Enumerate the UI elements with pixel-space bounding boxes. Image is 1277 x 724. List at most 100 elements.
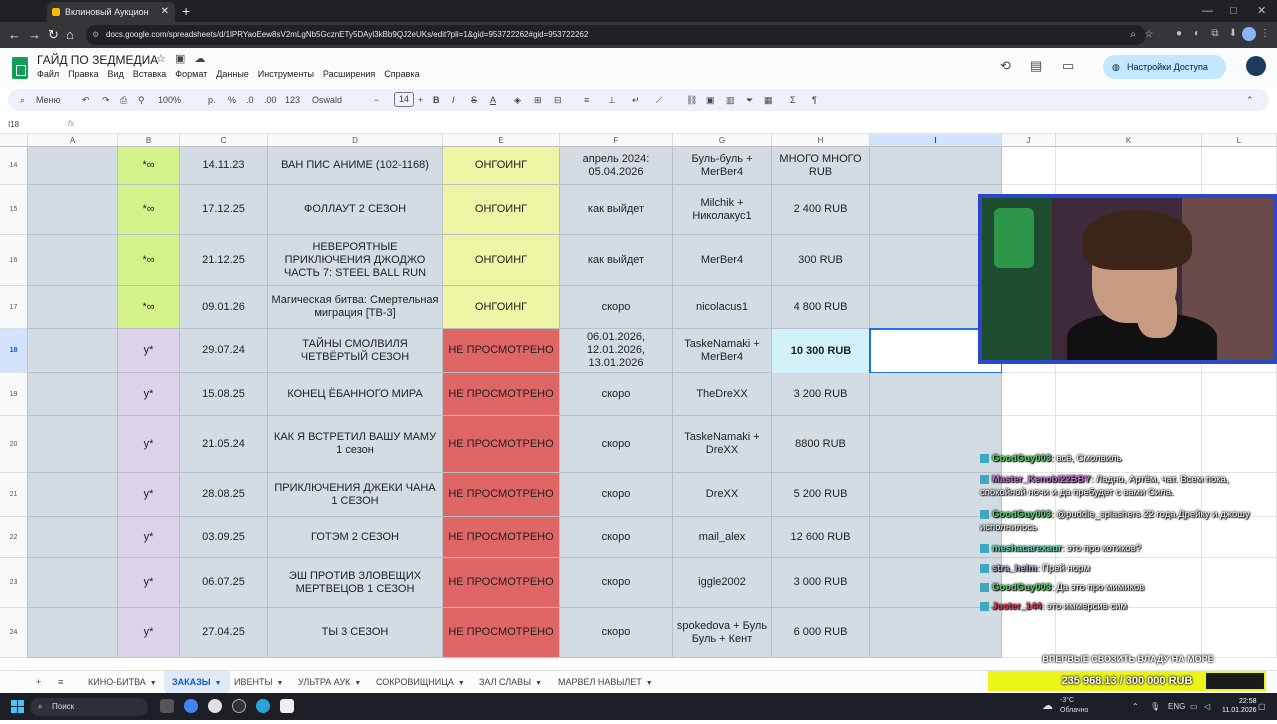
- cell-g15[interactable]: Milchik + Николакус1: [673, 185, 772, 235]
- menu-file[interactable]: Файл: [37, 69, 59, 79]
- merge-cells-icon[interactable]: ⊟: [554, 89, 562, 111]
- column-header-l[interactable]: L: [1202, 134, 1277, 147]
- cell-f15[interactable]: как выйдет: [560, 185, 673, 235]
- cell-e19[interactable]: НЕ ПРОСМОТРЕНО: [443, 373, 560, 416]
- cell-l19[interactable]: [1202, 373, 1277, 416]
- menu-extensions[interactable]: Расширения: [323, 69, 375, 79]
- undo-icon[interactable]: ↶: [82, 89, 90, 111]
- font-family-select[interactable]: Oswald: [312, 89, 342, 111]
- cell-d23[interactable]: ЭШ ПРОТИВ ЗЛОВЕЩИХ МЕРТВЕЦОВ 1 СЕЗОН: [268, 558, 443, 608]
- network-icon[interactable]: ▭: [1190, 693, 1198, 720]
- insert-link-icon[interactable]: ⛓: [686, 89, 697, 111]
- menu-format[interactable]: Формат: [175, 69, 207, 79]
- cell-f22[interactable]: скоро: [560, 517, 673, 558]
- doc-title[interactable]: ГАЙД ПО ЗЕДМЕДИА: [37, 53, 158, 67]
- add-sheet-icon[interactable]: +: [28, 671, 49, 694]
- cell-g14[interactable]: Буль-буль + MerBer4: [673, 147, 772, 185]
- cell-b19[interactable]: у*: [118, 373, 180, 416]
- comments-icon[interactable]: ▤: [1030, 58, 1042, 74]
- sheets-logo-icon[interactable]: [12, 57, 28, 79]
- browser-menu-icon[interactable]: ⋮: [1258, 27, 1272, 41]
- column-header-e[interactable]: E: [443, 134, 560, 147]
- all-sheets-icon[interactable]: ≡: [50, 671, 71, 694]
- cell-c23[interactable]: 06.07.25: [180, 558, 268, 608]
- cell-f19[interactable]: скоро: [560, 373, 673, 416]
- row-header[interactable]: 18: [0, 329, 28, 373]
- cell-a14[interactable]: [28, 147, 118, 185]
- row-header[interactable]: 17: [0, 286, 28, 329]
- microphone-icon[interactable]: 🎙: [1150, 693, 1160, 720]
- chevron-down-icon[interactable]: ▼: [535, 680, 542, 687]
- cell-b20[interactable]: у*: [118, 416, 180, 473]
- row-header[interactable]: 22: [0, 517, 28, 558]
- select-all-corner[interactable]: [0, 134, 28, 147]
- text-wrap-icon[interactable]: ↵: [632, 89, 640, 111]
- cell-f17[interactable]: скоро: [560, 286, 673, 329]
- column-header-c[interactable]: C: [180, 134, 268, 147]
- font-size-input[interactable]: 14: [394, 92, 414, 107]
- menu-insert[interactable]: Вставка: [133, 69, 166, 79]
- cell-c14[interactable]: 14.11.23: [180, 147, 268, 185]
- close-tab-icon[interactable]: ✕: [161, 2, 169, 22]
- minimize-icon[interactable]: —: [1202, 0, 1213, 22]
- decrease-decimal-button[interactable]: .0: [246, 89, 254, 111]
- filter-icon[interactable]: ⏷: [746, 89, 753, 111]
- row-header[interactable]: 23: [0, 558, 28, 608]
- cell-g23[interactable]: iggle2002: [673, 558, 772, 608]
- cell-e16[interactable]: ОНГОИНГ: [443, 235, 560, 286]
- cell-d20[interactable]: КАК Я ВСТРЕТИЛ ВАШУ МАМУ 1 сезон: [268, 416, 443, 473]
- cell-c24[interactable]: 27.04.25: [180, 608, 268, 658]
- cell-a20[interactable]: [28, 416, 118, 473]
- cell-h21[interactable]: 5 200 RUB: [772, 473, 870, 517]
- name-box[interactable]: I18: [8, 120, 19, 129]
- language-indicator[interactable]: ENG: [1168, 693, 1185, 720]
- zoom-icon[interactable]: ⌕: [1126, 28, 1140, 42]
- italic-icon[interactable]: I: [452, 89, 455, 111]
- cell-h22[interactable]: 12 600 RUB: [772, 517, 870, 558]
- cell-k14[interactable]: [1056, 147, 1202, 185]
- cell-f16[interactable]: как выйдет: [560, 235, 673, 286]
- taskbar-search[interactable]: ⌕ Поиск: [30, 698, 148, 716]
- cell-d19[interactable]: КОНЕЦ ЁБАННОГО МИРА: [268, 373, 443, 416]
- text-rotation-icon[interactable]: ⟋: [656, 89, 662, 111]
- chevron-down-icon[interactable]: ▼: [646, 680, 653, 687]
- cell-d14[interactable]: ВАН ПИС АНИМЕ (102-1168): [268, 147, 443, 185]
- chevron-down-icon[interactable]: ▼: [276, 680, 283, 687]
- account-avatar[interactable]: [1246, 56, 1266, 76]
- input-tools-icon[interactable]: ¶: [812, 89, 817, 111]
- cell-e20[interactable]: НЕ ПРОСМОТРЕНО: [443, 416, 560, 473]
- fill-color-icon[interactable]: ◈: [514, 89, 521, 111]
- cell-a17[interactable]: [28, 286, 118, 329]
- chevron-down-icon[interactable]: ▼: [458, 680, 465, 687]
- cell-c16[interactable]: 21.12.25: [180, 235, 268, 286]
- strikethrough-icon[interactable]: S: [471, 89, 477, 111]
- menu-view[interactable]: Вид: [108, 69, 124, 79]
- cell-a21[interactable]: [28, 473, 118, 517]
- move-folder-icon[interactable]: ▣: [175, 53, 185, 65]
- increase-decimal-button[interactable]: .00: [264, 89, 277, 111]
- cell-g24[interactable]: spokedova + Буль Буль + Кент: [673, 608, 772, 658]
- menu-tools[interactable]: Инструменты: [258, 69, 314, 79]
- sheet-tab[interactable]: ЗАКАЗЫ ▼: [164, 671, 230, 694]
- functions-icon[interactable]: Σ: [790, 89, 796, 111]
- bold-icon[interactable]: B: [433, 89, 440, 111]
- cell-g18[interactable]: TaskeNamaki + MerBer4: [673, 329, 772, 373]
- cell-f14[interactable]: апрель 2024: 05.04.2026: [560, 147, 673, 185]
- menus-search-label[interactable]: Меню: [36, 89, 60, 111]
- cell-f24[interactable]: скоро: [560, 608, 673, 658]
- column-header-b[interactable]: B: [118, 134, 180, 147]
- cell-f18[interactable]: 06.01.2026, 12.01.2026, 13.01.2026: [560, 329, 673, 373]
- cell-b14[interactable]: *∞: [118, 147, 180, 185]
- cell-c15[interactable]: 17.12.25: [180, 185, 268, 235]
- cell-i14[interactable]: [870, 147, 1002, 185]
- cell-e17[interactable]: ОНГОИНГ: [443, 286, 560, 329]
- taskbar-clock[interactable]: 22:58 11.01.2026: [1222, 697, 1257, 715]
- cell-g16[interactable]: MerBer4: [673, 235, 772, 286]
- browser-tab[interactable]: Вклиновый Аукцион ✕: [47, 2, 175, 22]
- cell-a18[interactable]: [28, 329, 118, 373]
- percent-format-button[interactable]: %: [228, 89, 236, 111]
- extension-icon[interactable]: ●: [1172, 27, 1186, 41]
- app-icon-2[interactable]: [280, 699, 294, 713]
- paint-format-icon[interactable]: ⚲: [138, 89, 145, 111]
- cell-g19[interactable]: TheDreXX: [673, 373, 772, 416]
